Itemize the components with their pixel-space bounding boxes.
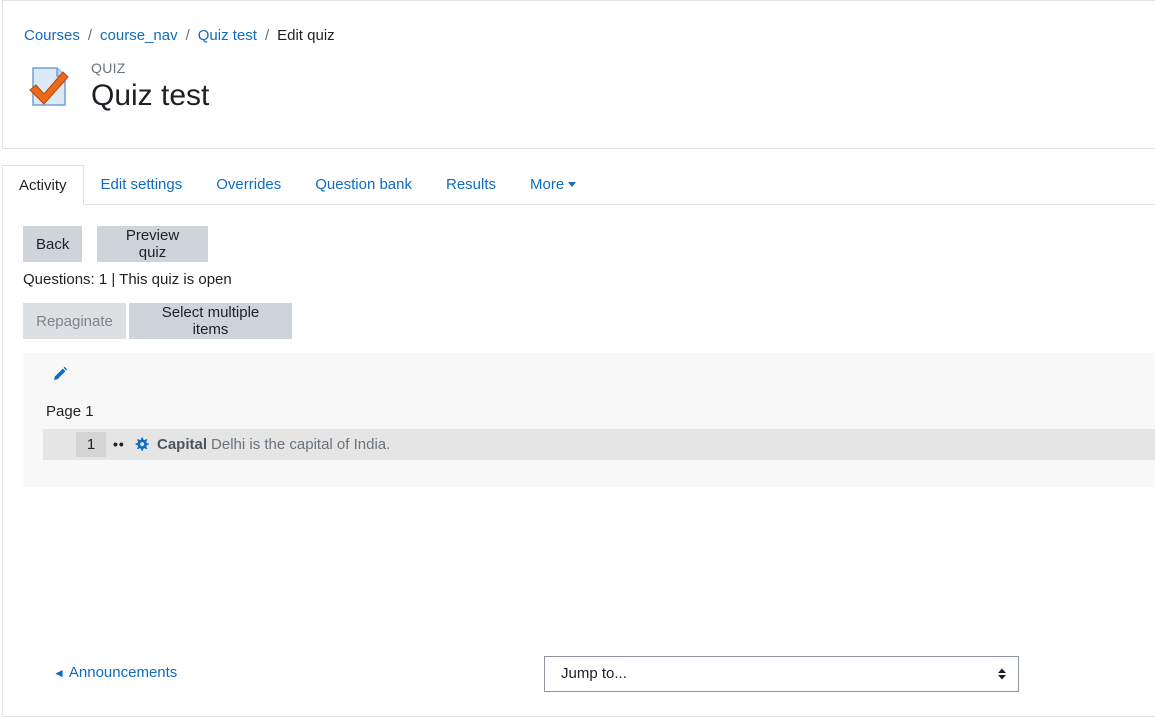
breadcrumb-course-nav[interactable]: course_nav: [100, 27, 178, 44]
tab-edit-settings[interactable]: Edit settings: [84, 165, 200, 205]
quiz-checkmark-icon: [27, 65, 71, 109]
question-slot-row: 1 •• Capital Delhi is the capital of Indi…: [43, 429, 1155, 460]
breadcrumb-courses[interactable]: Courses: [24, 27, 80, 44]
breadcrumb-separator: /: [185, 27, 190, 44]
question-text[interactable]: Capital Delhi is the capital of India.: [157, 429, 390, 460]
breadcrumb-separator: /: [264, 27, 270, 44]
tab-question-bank[interactable]: Question bank: [298, 165, 429, 205]
quiz-edit-area: Page 1 1 •• Capital Delhi is the capital …: [23, 353, 1155, 487]
page-label: Page 1: [46, 403, 94, 420]
caret-down-icon: [568, 181, 577, 187]
tab-more-label: More: [530, 176, 565, 193]
pencil-icon[interactable]: [52, 366, 68, 382]
jump-to-value: Jump to...: [561, 665, 627, 682]
content-bottom-border: [2, 716, 1155, 717]
breadcrumb: Courses / course_nav / Quiz test / Edit …: [24, 27, 335, 44]
breadcrumb-quiz-test[interactable]: Quiz test: [198, 27, 257, 44]
jump-to-select[interactable]: Jump to...: [544, 656, 1019, 692]
tab-activity[interactable]: Activity: [2, 165, 84, 205]
content-border: [2, 205, 3, 717]
previous-activity-link[interactable]: ◄ Announcements: [53, 664, 177, 681]
secondary-navigation: Activity Edit settings Overrides Questio…: [2, 165, 1155, 205]
select-multiple-button[interactable]: Select multiple items: [129, 303, 292, 339]
page-title: Quiz test: [91, 79, 210, 112]
previous-activity-label: Announcements: [68, 664, 178, 681]
slot-number: 1: [76, 432, 106, 457]
back-button[interactable]: Back: [23, 226, 82, 262]
left-arrow-icon: ◄: [53, 666, 65, 680]
breadcrumb-current: Edit quiz: [277, 27, 335, 44]
question-body: Delhi is the capital of India.: [211, 436, 391, 453]
preview-quiz-button[interactable]: Preview quiz: [97, 226, 208, 262]
select-arrows-icon: [998, 668, 1006, 680]
quiz-status-text: Questions: 1 | This quiz is open: [23, 271, 232, 288]
tab-results[interactable]: Results: [429, 165, 513, 205]
move-handle-icon[interactable]: ••: [113, 429, 125, 460]
breadcrumb-separator: /: [87, 27, 93, 44]
tab-overrides[interactable]: Overrides: [199, 165, 298, 205]
page-header: Courses / course_nav / Quiz test / Edit …: [2, 0, 1155, 149]
question-name: Capital: [157, 436, 208, 453]
gear-icon: [134, 437, 149, 452]
page-pretitle: QUIZ: [91, 60, 126, 76]
repaginate-button[interactable]: Repaginate: [23, 303, 126, 339]
tab-more[interactable]: More: [513, 165, 593, 205]
